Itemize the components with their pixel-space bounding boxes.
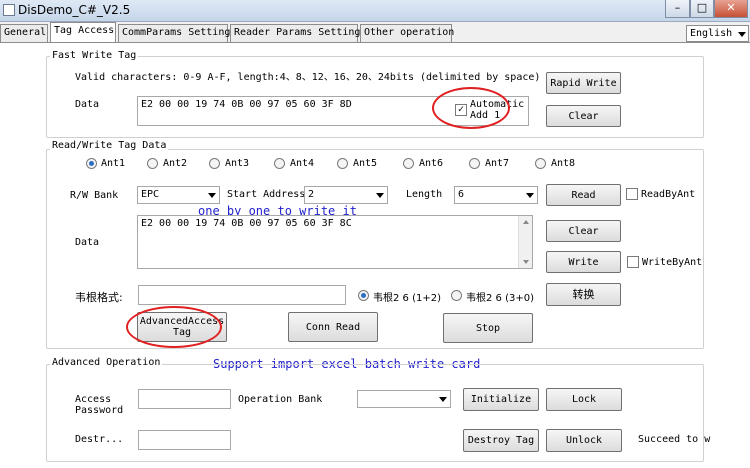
fast-write-title: Fast Write Tag — [50, 50, 139, 61]
scroll-up-icon[interactable] — [523, 220, 529, 224]
wiegand-radio-3-0[interactable] — [451, 290, 462, 301]
close-icon[interactable]: ✕ — [714, 0, 748, 18]
valid-characters-label: Valid characters: 0-9 A-F, length:4、8、12… — [75, 72, 541, 83]
tab-other-operation[interactable]: Other operation — [360, 24, 454, 42]
antenna-radio-ant2[interactable] — [147, 158, 158, 169]
rw-data-scrollbar[interactable] — [518, 216, 532, 268]
access-password-input[interactable] — [138, 389, 231, 409]
fast-clear-button[interactable]: Clear — [546, 105, 621, 127]
write-by-ant-label: WriteByAnt — [642, 257, 703, 268]
wiegand-input[interactable] — [138, 285, 346, 305]
tab-reader-params-setting[interactable]: Reader Params Setting — [230, 24, 360, 42]
read-write-title: Read/Write Tag Data — [50, 140, 169, 151]
length-value: 6 — [458, 189, 465, 200]
status-message: Succeed to w — [638, 434, 711, 445]
wiegand-option-1-2: 韦根2 6 (1+2) — [373, 293, 441, 304]
rapid-write-button[interactable]: Rapid Write — [546, 72, 621, 94]
length-label: Length — [406, 189, 443, 200]
antenna-label-ant6: Ant6 — [419, 158, 444, 169]
window-title: DisDemo_C#_V2.5 — [18, 3, 131, 17]
antenna-label-ant3: Ant3 — [225, 158, 250, 169]
chevron-down-icon — [208, 193, 216, 198]
rw-clear-button[interactable]: Clear — [546, 220, 621, 242]
wiegand-option-3-0: 韦根2 6 (3+0) — [466, 293, 534, 304]
antenna-radio-ant8[interactable] — [535, 158, 546, 169]
maximize-icon[interactable]: □ — [690, 0, 714, 18]
fast-data-label: Data — [75, 99, 100, 110]
write-by-ant-checkbox[interactable] — [627, 256, 639, 268]
start-address-select[interactable]: 2 — [304, 186, 388, 204]
chevron-down-icon — [526, 193, 534, 198]
antenna-label-ant2: Ant2 — [163, 158, 188, 169]
access-password-label: Access Password — [75, 394, 123, 416]
chevron-down-icon — [439, 397, 447, 402]
start-address-value: 2 — [308, 189, 315, 200]
length-select[interactable]: 6 — [454, 186, 538, 204]
language-select[interactable]: English — [686, 25, 749, 42]
operation-bank-select[interactable] — [357, 390, 451, 408]
antenna-label-ant7: Ant7 — [485, 158, 510, 169]
minimize-icon[interactable]: – — [665, 0, 690, 18]
wiegand-format-label: 韦根格式: — [75, 291, 123, 304]
read-by-ant-label: ReadByAnt — [641, 189, 696, 200]
antenna-radio-ant6[interactable] — [403, 158, 414, 169]
highlight-oval — [126, 306, 222, 348]
app-icon — [3, 4, 15, 16]
operation-bank-label: Operation Bank — [238, 394, 323, 405]
rw-data-input[interactable]: E2 00 00 19 74 0B 00 97 05 60 3F 8C — [137, 215, 533, 269]
tab-commparams-setting[interactable]: CommParams Setting — [118, 24, 230, 42]
chevron-down-icon — [738, 32, 746, 37]
tab-tag-access[interactable]: Tag Access — [50, 22, 116, 42]
read-by-ant-checkbox[interactable] — [626, 188, 638, 200]
read-button[interactable]: Read — [546, 184, 621, 206]
access-password-line2: Password — [75, 405, 124, 416]
antenna-radio-ant7[interactable] — [469, 158, 480, 169]
rw-bank-value: EPC — [141, 189, 160, 200]
antenna-radio-ant1[interactable] — [86, 158, 97, 169]
destroy-password-input[interactable] — [138, 430, 231, 450]
stop-button[interactable]: Stop — [443, 313, 533, 343]
highlight-oval — [432, 87, 510, 129]
access-password-line1: Access — [75, 394, 112, 405]
rw-data-label: Data — [75, 237, 100, 248]
start-address-label: Start Address — [227, 189, 306, 200]
wiegand-radio-1-2[interactable] — [358, 290, 369, 301]
write-button[interactable]: Write — [546, 251, 621, 273]
antenna-radio-ant3[interactable] — [209, 158, 220, 169]
antenna-radio-ant4[interactable] — [274, 158, 285, 169]
antenna-label-ant4: Ant4 — [290, 158, 315, 169]
antenna-label-ant5: Ant5 — [353, 158, 378, 169]
destroy-password-label: Destr... — [75, 434, 124, 445]
initialize-button[interactable]: Initialize — [463, 388, 539, 411]
language-value: English — [690, 28, 733, 39]
lock-button[interactable]: Lock — [546, 388, 622, 411]
tab-general[interactable]: General — [0, 24, 48, 42]
rw-bank-label: R/W Bank — [70, 190, 119, 201]
chevron-down-icon — [376, 193, 384, 198]
scroll-down-icon[interactable] — [523, 260, 529, 264]
antenna-label-ant1: Ant1 — [101, 158, 126, 169]
convert-button[interactable]: 转换 — [546, 283, 621, 306]
antenna-radio-ant5[interactable] — [337, 158, 348, 169]
conn-read-button[interactable]: Conn Read — [288, 312, 378, 342]
antenna-label-ant8: Ant8 — [551, 158, 576, 169]
rw-bank-select[interactable]: EPC — [137, 186, 220, 204]
unlock-button[interactable]: Unlock — [546, 429, 622, 452]
destroy-tag-button[interactable]: Destroy Tag — [463, 429, 539, 452]
advanced-operation-title: Advanced Operation — [50, 357, 163, 368]
